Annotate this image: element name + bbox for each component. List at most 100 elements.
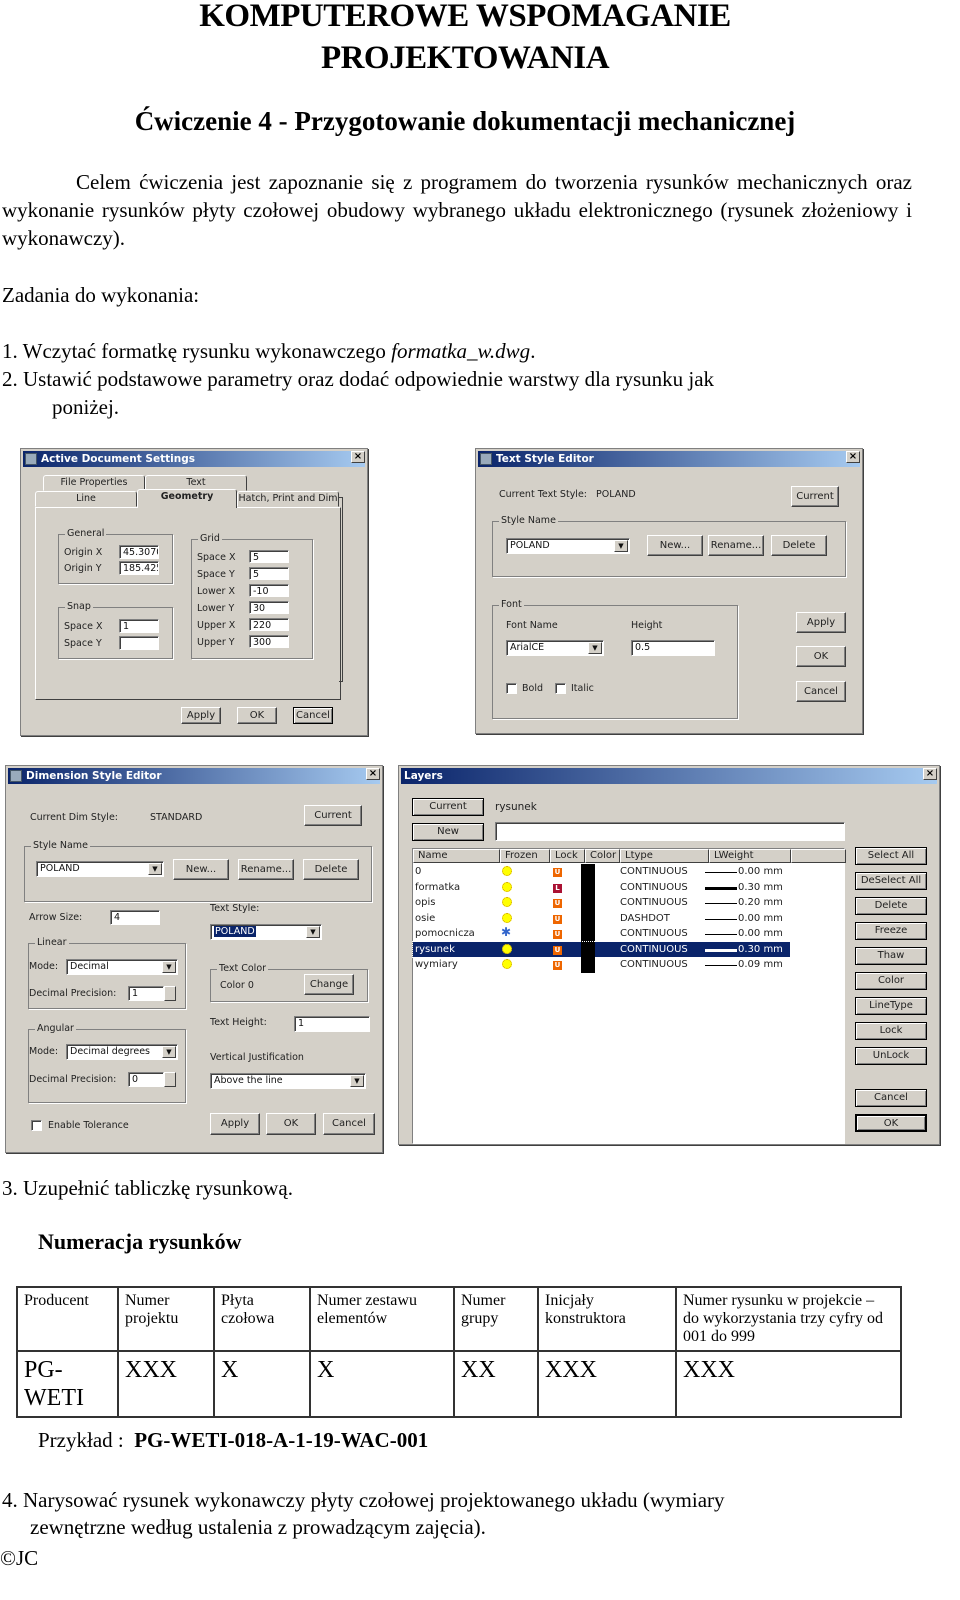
linear-precision-spinner[interactable] [164, 986, 176, 1001]
layer-row[interactable]: formatka L CONTINUOUS 0.30 mm [413, 879, 790, 896]
column-header-ltype[interactable]: Ltype [620, 849, 709, 863]
apply-button[interactable]: Apply [210, 1113, 260, 1135]
ok-button[interactable]: OK [266, 1113, 316, 1135]
color-swatch[interactable] [581, 895, 595, 911]
italic-checkbox[interactable] [555, 683, 566, 694]
new-button[interactable]: New... [173, 859, 229, 880]
linetype-button[interactable]: LineType [855, 997, 927, 1015]
origin-y-input[interactable]: 185.4259 [119, 561, 159, 575]
delete-button[interactable]: Delete [771, 535, 827, 556]
grid-space-y-input[interactable]: 5 [249, 567, 289, 580]
new-button[interactable]: New [412, 823, 484, 841]
chevron-down-icon[interactable]: ▼ [162, 961, 176, 973]
ok-button[interactable]: OK [796, 646, 846, 667]
layer-row[interactable]: rysunek U CONTINUOUS 0.30 mm [412, 940, 791, 958]
snap-space-x-input[interactable]: 1 [119, 619, 159, 633]
linear-precision-input[interactable]: 1 [128, 986, 164, 1001]
lock-open-icon[interactable]: U [553, 945, 562, 955]
color-swatch[interactable] [581, 864, 595, 880]
ok-button[interactable]: OK [855, 1114, 927, 1132]
close-icon[interactable]: × [366, 768, 380, 780]
cancel-button[interactable]: Cancel [855, 1089, 927, 1107]
color-swatch[interactable] [581, 910, 595, 927]
color-swatch[interactable] [581, 941, 595, 958]
tab-geometry[interactable]: Geometry [137, 489, 237, 508]
angular-precision-spinner[interactable] [164, 1072, 176, 1087]
color-button[interactable]: Color [855, 972, 927, 990]
lock-open-icon[interactable]: U [553, 930, 562, 939]
text-style-combo[interactable]: POLAND ▼ [210, 924, 322, 940]
change-button[interactable]: Change [304, 974, 354, 995]
chevron-down-icon[interactable]: ▼ [614, 540, 628, 552]
grid-upper-y-input[interactable]: 300 [249, 635, 289, 648]
column-header-name[interactable]: Name [413, 849, 500, 863]
color-swatch[interactable] [581, 957, 595, 973]
layers-list[interactable]: Name Frozen Lock Color Ltype LWeight 0 U C… [412, 848, 846, 1144]
deselect-all-button[interactable]: DeSelect All [855, 872, 927, 890]
lock-open-icon[interactable]: U [553, 914, 562, 924]
grid-lower-y-input[interactable]: 30 [249, 601, 289, 614]
column-header-frozen[interactable]: Frozen [500, 849, 550, 863]
layer-row[interactable]: osie U DASHDOT 0.00 mm [413, 910, 790, 927]
rename-button[interactable]: Rename... [708, 535, 764, 556]
close-icon[interactable]: × [923, 768, 937, 780]
linear-mode-combo[interactable]: Decimal ▼ [66, 959, 178, 975]
thawed-bulb-icon[interactable] [502, 943, 512, 954]
tab-hatch-print-dim[interactable]: Hatch, Print and Dim [237, 491, 339, 507]
lock-open-icon[interactable]: U [553, 868, 562, 877]
frozen-snowflake-icon[interactable]: ✱ [501, 925, 511, 940]
apply-button[interactable]: Apply [181, 707, 221, 724]
chevron-down-icon[interactable]: ▼ [162, 1046, 176, 1058]
delete-button[interactable]: Delete [303, 859, 359, 880]
thaw-button[interactable]: Thaw [855, 947, 927, 965]
apply-button[interactable]: Apply [796, 612, 846, 633]
tab-line[interactable]: Line [35, 491, 137, 507]
thawed-bulb-icon[interactable] [502, 881, 512, 892]
column-header-lweight[interactable]: LWeight [709, 849, 791, 863]
style-name-combo[interactable]: POLAND ▼ [36, 861, 164, 877]
lock-closed-icon[interactable]: L [553, 883, 562, 893]
style-name-combo[interactable]: POLAND ▼ [506, 538, 630, 554]
origin-x-input[interactable]: 45.307025 [119, 545, 159, 559]
freeze-button[interactable]: Freeze [855, 922, 927, 940]
snap-space-y-input[interactable] [119, 636, 159, 650]
grid-lower-x-input[interactable]: -10 [249, 584, 289, 597]
unlock-button[interactable]: UnLock [855, 1047, 927, 1065]
close-icon[interactable]: × [846, 451, 860, 463]
layer-row[interactable]: pomocnicza ✱ U CONTINUOUS 0.00 mm [413, 925, 790, 942]
angular-precision-input[interactable]: 0 [128, 1072, 164, 1087]
bold-checkbox[interactable] [506, 683, 517, 694]
cancel-button[interactable]: Cancel [293, 707, 333, 724]
rename-button[interactable]: Rename... [238, 859, 294, 880]
thawed-bulb-icon[interactable] [502, 912, 512, 923]
current-button[interactable]: Current [304, 805, 362, 826]
lock-open-icon[interactable]: U [553, 961, 562, 970]
chevron-down-icon[interactable]: ▼ [588, 642, 602, 654]
color-swatch[interactable] [581, 926, 595, 942]
height-input[interactable]: 0.5 [631, 640, 715, 656]
cancel-button[interactable]: Cancel [323, 1113, 375, 1135]
column-header-lock[interactable]: Lock [550, 849, 585, 863]
thawed-bulb-icon[interactable] [502, 959, 512, 969]
current-button[interactable]: Current [791, 486, 839, 507]
color-swatch[interactable] [581, 879, 595, 896]
new-button[interactable]: New... [647, 535, 703, 556]
thawed-bulb-icon[interactable] [502, 897, 512, 907]
new-layer-input[interactable] [495, 822, 845, 841]
thawed-bulb-icon[interactable] [502, 866, 512, 876]
layer-row[interactable]: opis U CONTINUOUS 0.20 mm [413, 895, 790, 911]
select-all-button[interactable]: Select All [855, 847, 927, 865]
tab-file-properties[interactable]: File Properties [43, 475, 145, 491]
column-header-color[interactable]: Color [585, 849, 620, 863]
grid-space-x-input[interactable]: 5 [249, 550, 289, 563]
vertical-justification-combo[interactable]: Above the line ▼ [210, 1073, 366, 1089]
cancel-button[interactable]: Cancel [796, 681, 846, 702]
arrow-size-input[interactable]: 4 [110, 910, 160, 925]
text-height-input[interactable]: 1 [294, 1016, 370, 1032]
layer-row[interactable]: wymiary U CONTINUOUS 0.09 mm [413, 957, 790, 973]
chevron-down-icon[interactable]: ▼ [306, 926, 320, 938]
chevron-down-icon[interactable]: ▼ [350, 1075, 364, 1087]
angular-mode-combo[interactable]: Decimal degrees ▼ [66, 1044, 178, 1060]
layer-row[interactable]: 0 U CONTINUOUS 0.00 mm [413, 864, 790, 880]
enable-tolerance-checkbox[interactable] [31, 1120, 42, 1131]
